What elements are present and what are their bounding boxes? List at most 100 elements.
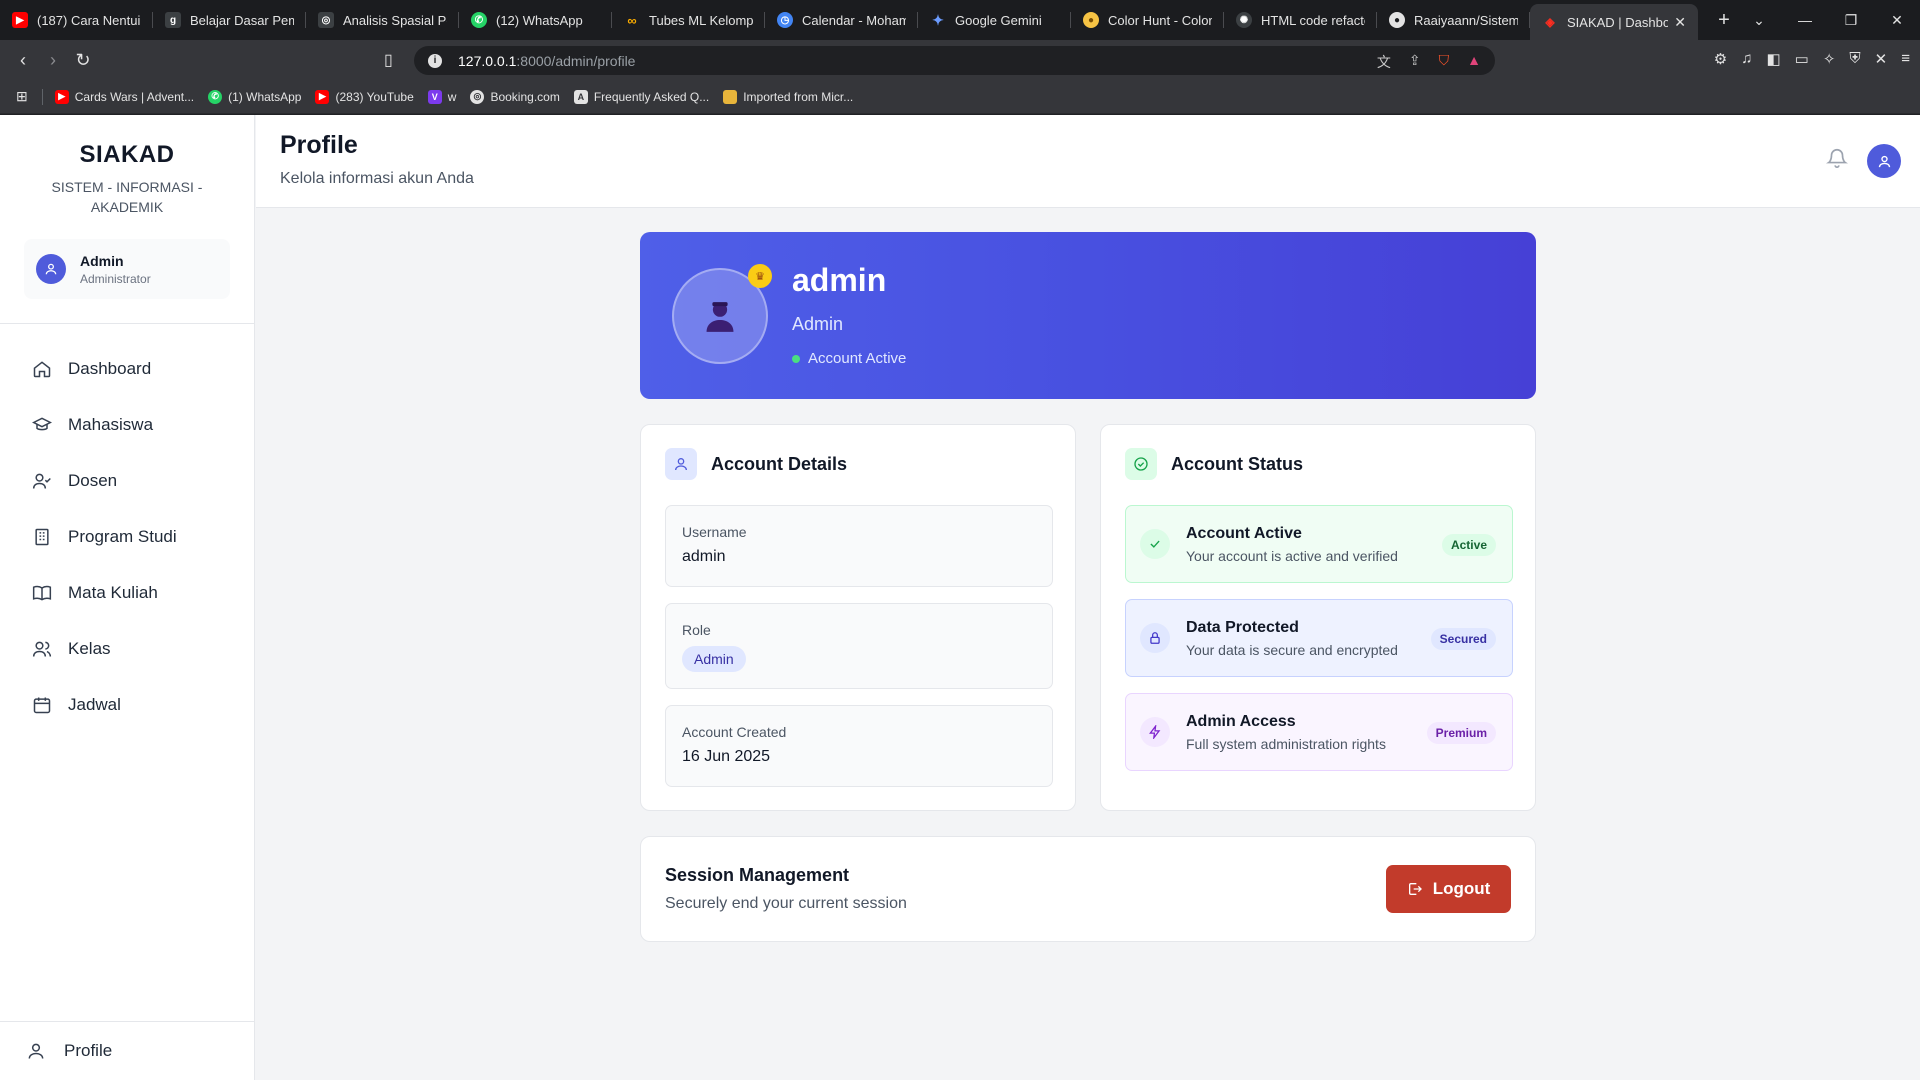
status-item-title: Account Active xyxy=(1186,524,1302,542)
reload-icon[interactable]: ↻ xyxy=(68,50,98,71)
close-tab-icon[interactable]: ✕ xyxy=(1674,14,1686,31)
sidebar-item-mata-kuliah[interactable]: Mata Kuliah xyxy=(0,565,255,621)
status-item-subtitle: Your data is secure and encrypted xyxy=(1186,641,1398,658)
bell-icon[interactable] xyxy=(1826,147,1848,169)
bookmark-icon[interactable]: ▯ xyxy=(384,50,393,70)
apps-grid-icon[interactable]: ⊞ xyxy=(16,88,28,105)
sidebar-item-program-studi[interactable]: Program Studi xyxy=(0,509,255,565)
bookmark-item[interactable]: ✆ (1) WhatsApp xyxy=(208,89,301,104)
restore-icon[interactable]: ❐ xyxy=(1828,12,1874,29)
user-check-icon xyxy=(32,471,52,491)
browser-tab[interactable]: ✦ Google Gemini xyxy=(918,4,1071,36)
address-bar[interactable]: i 127.0.0.1:8000/admin/profile 文 ⇪ ⛉ ▲ xyxy=(414,46,1495,75)
crown-icon: ♛ xyxy=(748,264,772,288)
sidebar-item-profile[interactable]: Profile xyxy=(0,1021,255,1080)
session-title: Session Management xyxy=(665,865,850,885)
divider xyxy=(0,323,255,324)
page-title: Profile xyxy=(280,131,358,159)
translate-icon[interactable]: 文 xyxy=(1377,52,1391,72)
wallet-icon[interactable]: ▭ xyxy=(1795,50,1809,68)
a-icon: A xyxy=(573,89,588,104)
close-window-icon[interactable]: ✕ xyxy=(1874,12,1920,29)
profile-role: Admin xyxy=(792,314,844,334)
user-name: Admin xyxy=(80,252,124,269)
created-field: Account Created 16 Jun 2025 xyxy=(665,705,1053,787)
sidebar-item-mahasiswa[interactable]: Mahasiswa xyxy=(0,397,255,453)
colorhunt-icon: ● xyxy=(1083,12,1099,28)
session-card: Session Management Securely end your cur… xyxy=(640,836,1536,942)
browser-tab[interactable]: ✺ HTML code refactor xyxy=(1224,4,1377,36)
leo-ai-icon[interactable]: ✧ xyxy=(1823,50,1836,68)
bookmark-item[interactable]: A Frequently Asked Q... xyxy=(573,89,709,104)
card-title: Account Status xyxy=(1171,453,1304,474)
profile-name: admin xyxy=(792,262,887,298)
sidebar-item-dashboard[interactable]: Dashboard xyxy=(0,341,255,397)
site-info-icon[interactable]: i xyxy=(428,53,442,68)
tools-icon[interactable]: ✕ xyxy=(1875,50,1888,68)
forward-icon[interactable]: › xyxy=(38,50,68,71)
brave-shield-icon[interactable]: ⛉ xyxy=(1439,52,1450,72)
tab-search-icon[interactable]: ⌄ xyxy=(1736,12,1782,29)
whatsapp-icon: ✆ xyxy=(471,12,487,28)
status-item-protected: Data Protected Your data is secure and e… xyxy=(1125,599,1513,677)
bookmark-folder[interactable]: Imported from Micr... xyxy=(723,89,853,104)
browser-tab[interactable]: ∞Tubes ML Kelompok xyxy=(612,4,765,36)
sidebar-nav: Dashboard Mahasiswa Dosen Program Studi … xyxy=(0,341,255,733)
browser-tab-bar: ▶(187) Cara Nentuin gBelajar Dasar Pemro… xyxy=(0,0,1920,40)
back-icon[interactable]: ‹ xyxy=(8,50,38,71)
check-circle-icon xyxy=(1125,448,1157,480)
bookmark-item[interactable]: ▶ Cards Wars | Advent... xyxy=(54,89,194,104)
sidebar-item-label: Profile xyxy=(64,1041,113,1060)
status-item-title: Data Protected xyxy=(1186,618,1299,636)
status-item-active: Account Active Your account is active an… xyxy=(1125,505,1513,583)
avatar xyxy=(36,254,66,284)
calendar-icon: ◷ xyxy=(777,12,793,28)
browser-tab[interactable]: ● Color Hunt - Color xyxy=(1071,4,1224,36)
profile-hero: ♛ admin Admin Account Active xyxy=(640,232,1536,399)
field-label: Username xyxy=(682,524,747,540)
sidebar-item-label: Program Studi xyxy=(68,527,177,546)
graduation-cap-icon xyxy=(32,415,52,435)
sidebar-item-dosen[interactable]: Dosen xyxy=(0,453,255,509)
account-status-card: Account Status Account Active Your accou… xyxy=(1100,424,1536,811)
created-value: 16 Jun 2025 xyxy=(682,748,771,765)
users-icon xyxy=(32,639,52,659)
menu-icon[interactable]: ≡ xyxy=(1901,50,1910,68)
laravel-icon: ◈ xyxy=(1545,15,1555,29)
browser-tab-active[interactable]: ◈SIAKAD | Dashboard✕ xyxy=(1530,4,1698,40)
user-card: Admin Administrator xyxy=(24,239,230,299)
sidebar-item-jadwal[interactable]: Jadwal xyxy=(0,677,255,733)
brave-rewards-icon[interactable]: ▲ xyxy=(1467,52,1481,72)
extensions-icon[interactable]: ⚙ xyxy=(1714,50,1727,68)
github-icon: ● xyxy=(1389,12,1405,28)
status-item-subtitle: Your account is active and verified xyxy=(1186,547,1398,564)
vpn-icon[interactable]: ⛨ xyxy=(1849,50,1860,68)
logout-button[interactable]: Logout xyxy=(1386,865,1511,913)
browser-tab[interactable]: gBelajar Dasar Pemrograman xyxy=(153,4,306,36)
browser-tab[interactable]: ▶ (187) Cara Nentuin xyxy=(0,4,153,36)
whatsapp-icon: ✆ xyxy=(208,89,223,104)
sidebar-item-label: Dosen xyxy=(68,471,118,490)
browser-tab[interactable]: ● Raaiyaann/Sistem-I xyxy=(1377,4,1530,36)
bookmark-item[interactable]: Vw xyxy=(427,89,456,104)
share-icon[interactable]: ⇪ xyxy=(1409,52,1421,72)
username-value: admin xyxy=(682,548,726,565)
brand: SIAKAD SISTEM - INFORMASI - AKADEMIK xyxy=(0,115,254,217)
browser-tab[interactable]: ◷Calendar - Mohamad xyxy=(765,4,918,36)
header-avatar[interactable] xyxy=(1867,144,1901,178)
media-icon[interactable]: ♫ xyxy=(1741,50,1752,68)
minimize-icon[interactable]: — xyxy=(1782,12,1828,28)
new-tab-icon[interactable]: + xyxy=(1712,9,1736,32)
sidebar-item-kelas[interactable]: Kelas xyxy=(0,621,255,677)
bookmark-item[interactable]: ◎ Booking.com xyxy=(470,89,560,104)
status-item-title: Admin Access xyxy=(1186,712,1296,730)
bookmark-item[interactable]: ▶ (283) YouTube xyxy=(315,89,414,104)
folder-icon xyxy=(723,89,738,104)
browser-tab[interactable]: ◎Analisis Spasial Posisi xyxy=(306,4,459,36)
account-details-card: Account Details Username admin Role Admi… xyxy=(640,424,1076,811)
sidebar-item-label: Kelas xyxy=(68,639,111,658)
user-icon xyxy=(26,1041,46,1061)
sidebar-toggle-icon[interactable]: ◧ xyxy=(1766,50,1780,68)
browser-tab[interactable]: ✆ (12) WhatsApp xyxy=(459,4,612,36)
logout-label: Logout xyxy=(1432,879,1491,898)
